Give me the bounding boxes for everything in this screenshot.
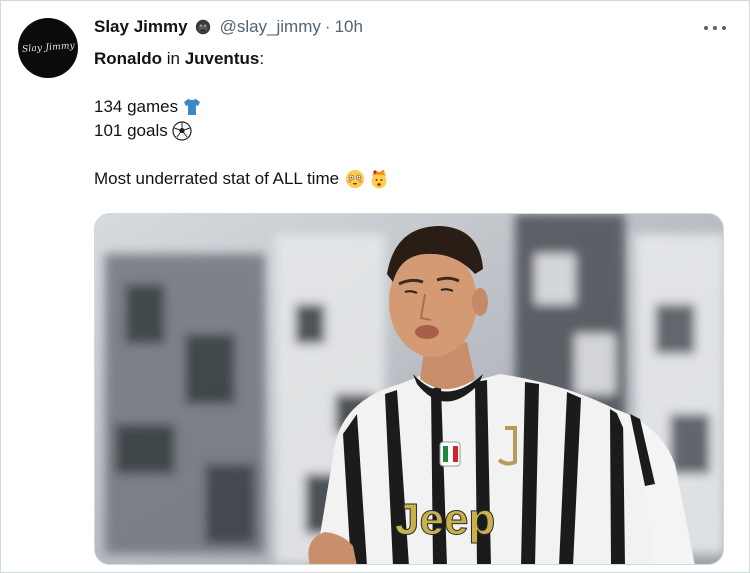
avatar[interactable]: Slay Jimmy <box>18 18 78 78</box>
tweet-timestamp[interactable]: 10h <box>335 17 363 37</box>
stat-text: Most underrated stat of ALL time <box>94 169 340 188</box>
mention-juventus: Juventus <box>184 49 260 68</box>
text-in: in <box>162 49 185 68</box>
mention-ronaldo: Ronaldo <box>94 49 162 68</box>
goals-stat: 101 goals <box>94 121 168 140</box>
tweet-text: Ronaldo in Juventus: 134 games 101 goals <box>94 47 734 191</box>
tweet-content: Slay Jimmy @slay_jimmy · 10h Ronaldo in … <box>94 14 734 565</box>
author-name[interactable]: Slay Jimmy <box>94 17 188 37</box>
flushed-face-icon <box>346 170 365 188</box>
gorilla-emoji-icon <box>195 19 210 35</box>
separator-dot: · <box>324 17 331 36</box>
games-stat: 134 games <box>94 97 179 116</box>
tweet-line-1: Ronaldo in Juventus: <box>94 47 734 71</box>
author-handle[interactable]: @slay_jimmy <box>220 17 321 37</box>
exploding-head-icon <box>371 170 387 189</box>
tweet-photo[interactable]: Jeep <box>94 213 724 565</box>
tweet[interactable]: Slay Jimmy Slay Jimmy @slay_jimmy · 10h … <box>18 14 734 565</box>
more-options-icon[interactable] <box>704 22 726 34</box>
t-shirt-icon <box>184 99 201 115</box>
avatar-signature: Slay Jimmy <box>21 41 75 55</box>
tweet-line-stat: Most underrated stat of ALL time <box>94 167 734 191</box>
tweet-line-goals: 101 goals <box>94 119 734 143</box>
tweet-header: Slay Jimmy @slay_jimmy · 10h <box>94 14 734 40</box>
jersey-sponsor-text: Jeep <box>395 495 495 544</box>
photo-illustration: Jeep <box>95 214 723 564</box>
soccer-ball-icon <box>172 121 192 141</box>
tweet-line-games: 134 games <box>94 95 734 119</box>
text-colon: : <box>259 49 265 68</box>
